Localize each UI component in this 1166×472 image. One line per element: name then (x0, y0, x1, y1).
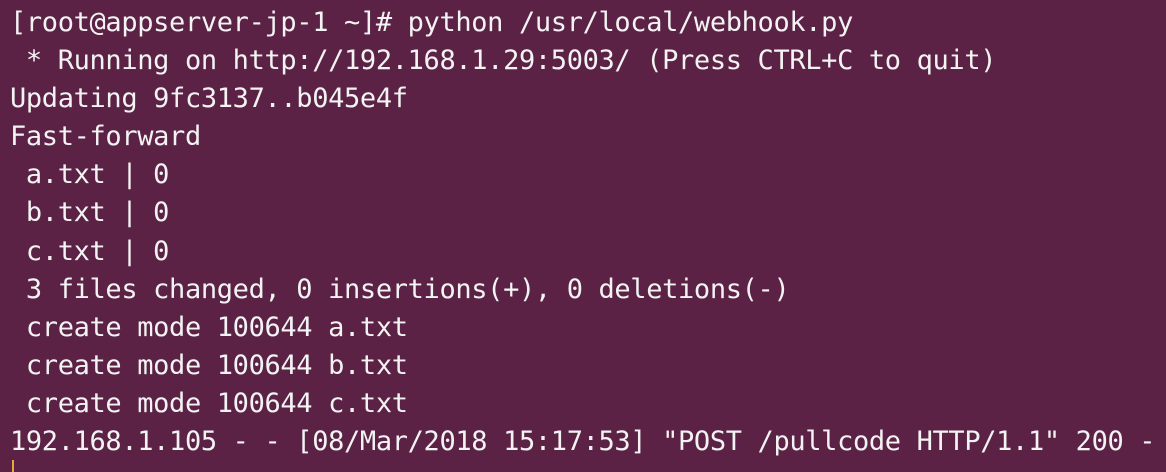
terminal-cursor (12, 460, 14, 472)
file-change-c-line: c.txt | 0 (10, 235, 170, 267)
http-request-log-line: 192.168.1.105 - - [08/Mar/2018 15:17:53]… (10, 426, 1156, 458)
create-mode-c-line: create mode 100644 c.txt (10, 387, 408, 419)
git-updating-line: Updating 9fc3137..b045e4f (10, 83, 408, 115)
terminal-window[interactable]: [root@appserver-jp-1 ~]# python /usr/loc… (0, 0, 1166, 472)
git-summary-line: 3 files changed, 0 insertions(+), 0 dele… (10, 273, 790, 305)
prompt-command-line: [root@appserver-jp-1 ~]# python /usr/loc… (10, 7, 853, 38)
create-mode-a-line: create mode 100644 a.txt (10, 311, 408, 343)
file-change-b-line: b.txt | 0 (10, 197, 170, 229)
file-change-a-line: a.txt | 0 (10, 159, 170, 191)
server-running-line: * Running on http://192.168.1.29:5003/ (… (10, 45, 997, 77)
git-fast-forward-line: Fast-forward (10, 121, 201, 153)
create-mode-b-line: create mode 100644 b.txt (10, 349, 408, 381)
